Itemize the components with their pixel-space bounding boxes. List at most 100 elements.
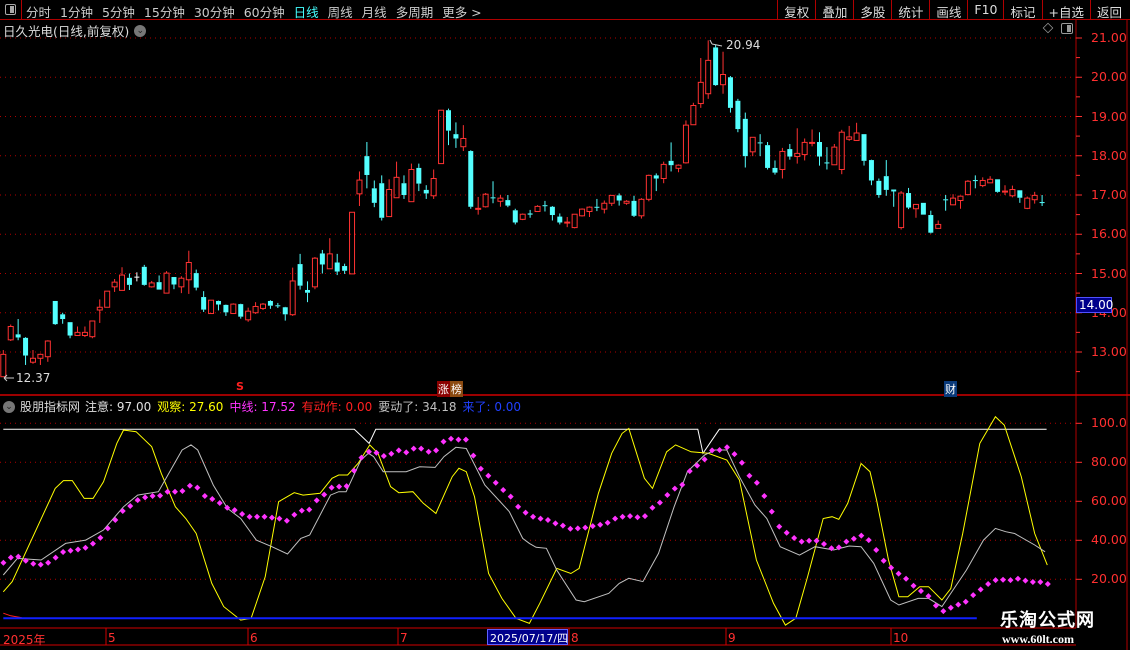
- candle-body: [126, 277, 132, 285]
- midline-dot: [37, 561, 44, 568]
- candle: [289, 267, 296, 316]
- candle-body: [148, 282, 155, 288]
- badge-bang: 榜: [450, 381, 463, 397]
- midline-dot: [455, 436, 462, 443]
- chart-canvas[interactable]: [0, 0, 1130, 650]
- candle: [1017, 190, 1023, 203]
- limit-up-badge[interactable]: 涨 榜: [437, 381, 463, 397]
- candle: [972, 175, 978, 189]
- candle-body: [171, 277, 177, 285]
- candle-body: [289, 280, 296, 316]
- candle-body: [557, 216, 563, 223]
- candle: [185, 250, 192, 294]
- midline-dot: [947, 604, 954, 611]
- candle: [96, 299, 103, 323]
- candle-body: [430, 178, 437, 197]
- candle-body: [401, 183, 407, 195]
- candle-body: [720, 74, 727, 86]
- candle: [446, 108, 451, 146]
- candle: [349, 211, 356, 275]
- candle-body: [995, 179, 1001, 192]
- date-axis-label: 6: [250, 631, 258, 645]
- candle: [720, 51, 727, 94]
- candle-body: [846, 136, 853, 140]
- midline-dot: [597, 521, 604, 528]
- candle: [705, 40, 712, 99]
- candle-body: [379, 183, 385, 218]
- candle: [67, 322, 73, 339]
- signal-s-marker[interactable]: S: [236, 380, 244, 393]
- midline-dot: [82, 544, 89, 551]
- midline-dot: [7, 554, 14, 561]
- candle-body: [950, 197, 957, 206]
- candle-body: [534, 205, 541, 212]
- chevron-down-icon[interactable]: ⌄: [3, 400, 15, 413]
- candle: [697, 58, 704, 108]
- candle-body: [861, 134, 867, 161]
- candle-body: [408, 168, 415, 203]
- midline-dot: [641, 513, 648, 520]
- midline-dot: [567, 525, 574, 532]
- candle: [675, 164, 682, 173]
- candle: [1039, 195, 1045, 206]
- indicator-line-有动作: [3, 612, 22, 619]
- midline-dot: [888, 564, 895, 571]
- candle: [311, 257, 318, 290]
- finance-badge[interactable]: 财: [944, 381, 957, 397]
- candle-body: [757, 142, 763, 144]
- candle: [564, 216, 571, 228]
- midline-dot: [522, 509, 529, 516]
- candle: [230, 303, 237, 315]
- candle-body: [1017, 190, 1023, 198]
- candle-body: [193, 273, 199, 288]
- candle-body: [742, 118, 748, 157]
- midline-dot: [612, 515, 619, 522]
- midline-dot: [515, 503, 522, 510]
- candle-body: [490, 197, 496, 199]
- candle-body: [713, 47, 719, 86]
- midline-dot: [403, 449, 410, 456]
- candle: [979, 177, 986, 188]
- candle-body: [779, 150, 786, 170]
- midline-dot: [291, 511, 298, 518]
- midline-dot: [806, 537, 813, 544]
- candle-body: [727, 77, 733, 108]
- candle-body: [223, 304, 229, 313]
- midline-dot: [104, 525, 111, 532]
- midline-dot: [343, 483, 350, 490]
- candle: [475, 196, 482, 215]
- candle: [571, 213, 578, 229]
- midline-dot: [895, 570, 902, 577]
- candle: [104, 290, 111, 308]
- candle-body: [185, 262, 192, 281]
- midline-dot: [194, 484, 201, 491]
- candle: [898, 191, 905, 230]
- midline-dot: [477, 465, 484, 472]
- midline-dot: [970, 592, 977, 599]
- midline-dot: [1007, 577, 1014, 584]
- candle: [1009, 185, 1016, 198]
- candle: [89, 320, 96, 339]
- candle: [208, 299, 215, 315]
- candle: [964, 180, 971, 196]
- candle: [148, 280, 155, 288]
- candle-body: [23, 337, 29, 356]
- candle-body: [809, 141, 816, 144]
- midline-dot: [45, 559, 52, 566]
- midline-dot: [425, 448, 432, 455]
- indicator-value: 要动了: 34.18: [378, 400, 457, 414]
- candle: [935, 220, 942, 229]
- candle-body: [964, 180, 971, 196]
- date-axis-label: 9: [728, 631, 736, 645]
- midline-dot: [671, 485, 678, 492]
- candle-body: [482, 193, 489, 208]
- indicator-value: 来了: 0.00: [462, 400, 522, 414]
- midline-dot: [582, 524, 589, 531]
- candle: [468, 150, 474, 209]
- candle: [557, 213, 563, 225]
- candle: [81, 326, 88, 338]
- candle: [527, 209, 533, 218]
- indicator-name[interactable]: 股朋指标网: [20, 398, 80, 415]
- midline-dot: [977, 586, 984, 593]
- candle: [223, 304, 229, 316]
